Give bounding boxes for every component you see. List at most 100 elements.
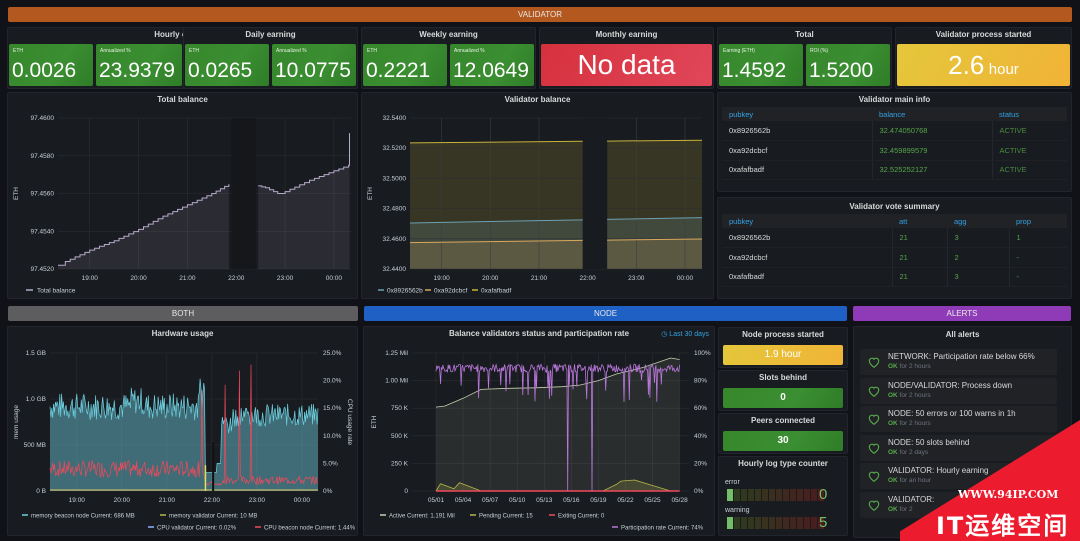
x-tick-label: 23:00 <box>628 275 645 282</box>
daily-earning-panel: Daily earning ETH 0.0265 Annualized % 10… <box>183 27 358 89</box>
y-tick-label: 32.5200 <box>383 145 407 152</box>
alert-since: for 2 hours <box>899 363 931 370</box>
x-tick-label: 22:00 <box>204 497 221 504</box>
alert-name: NODE: 50 slots behind <box>888 437 970 447</box>
gauge-cell <box>804 489 810 501</box>
legend-item: Active Current: 1.191 Mil <box>389 514 455 520</box>
gauge-cell <box>762 489 768 501</box>
x-tick-label: 21:00 <box>531 275 548 282</box>
panel-title: Slots behind <box>759 373 807 382</box>
row-banner-validator[interactable]: VALIDATOR <box>8 7 1072 22</box>
alert-name: NODE/VALIDATOR: Process down <box>888 380 1013 390</box>
alert-item[interactable]: VALIDATOR: OK for 2 <box>860 491 1057 518</box>
weekly-annualized-stat: Annualized % 12.0649 <box>450 44 534 86</box>
gauge-cell <box>797 517 803 529</box>
daily-annualized-stat: Annualized % 10.0775 <box>272 44 356 86</box>
stat-value: 10.0775 <box>275 59 351 82</box>
y-tick-label: 1.00 Mil <box>385 378 408 385</box>
participation-chart[interactable]: 0 0% 250 K 20% 500 K 40% 750 K 60% 1.00 Mil 80% 1.… <box>364 341 714 535</box>
gauge-cell <box>741 489 747 501</box>
table-row: 0x8926562b 32.474050768 ACTIVE <box>722 121 1067 141</box>
gauge-cell <box>790 517 796 529</box>
y-tick-label: 32.5400 <box>383 115 407 122</box>
hardware-usage-chart[interactable]: 0 B 500 MB 1.0 GB 1.5 GB 0% 5.0% 10.0% 15.0% 20.… <box>8 341 357 535</box>
stat-label: Annualized % <box>100 48 131 54</box>
alert-item[interactable]: NODE/VALIDATOR: Process down OK for 2 hou… <box>860 377 1057 404</box>
table-cell: 21 <box>891 267 947 287</box>
validator-balance-chart[interactable]: 32.4400 32.4600 32.4800 32.5000 32.5200 32.54… <box>362 107 713 297</box>
row-banner-alerts[interactable]: ALERTS <box>853 306 1071 321</box>
stat-value: 0.0026 <box>12 59 77 82</box>
heart-icon <box>868 357 880 368</box>
column-header-pubkey[interactable]: pubkey <box>722 214 892 228</box>
slots-behind-value: 0 <box>723 388 843 408</box>
y-tick-label: 97.4540 <box>31 228 55 235</box>
validator-started-stat: 2.6 hour <box>897 44 1070 86</box>
validator-vote-summary-panel: Validator vote summary pubkey att agg pr… <box>717 197 1072 299</box>
table-cell: 21 <box>891 247 947 268</box>
alert-item[interactable]: NETWORK: Participation rate below 66% OK … <box>860 349 1057 375</box>
table-cell: 0xafafbadf <box>722 160 872 180</box>
y-tick-label: 750 K <box>391 405 409 412</box>
table-cell: 0xafafbadf <box>722 267 892 287</box>
gauge-cell <box>755 517 761 529</box>
alert-state: OK for 2 <box>888 506 913 513</box>
stat-value: 0.2221 <box>366 59 431 82</box>
x-tick-label: 20:00 <box>130 275 147 282</box>
y-tick-label: 32.4400 <box>383 266 407 273</box>
legend-item-0xafafbadf: 0xafafbadf <box>481 288 512 295</box>
column-header-agg[interactable]: agg <box>947 214 1009 228</box>
validator-main-info-panel: Validator main info pubkey balance statu… <box>717 92 1072 192</box>
column-header-att[interactable]: att <box>892 214 947 228</box>
y-tick-label: 0 <box>404 488 408 495</box>
gauge-cell <box>776 517 782 529</box>
table-cell: 0x8926562b <box>722 228 892 248</box>
table-cell: 0x8926562b <box>722 121 872 141</box>
weekly-earning-panel: Weekly earning ETH 0.2221 Annualized % 1… <box>361 27 536 89</box>
alert-item[interactable]: NODE: 50 slots behind OK for 2 days <box>860 434 1057 461</box>
table-cell: 32.474050768 <box>871 121 992 141</box>
table-cell: 3 <box>946 228 1009 248</box>
stat-unit: hour <box>988 61 1019 78</box>
alert-item[interactable]: VALIDATOR: Hourly earning OK for an hour <box>860 463 1057 489</box>
column-header-prop[interactable]: prop <box>1009 214 1067 228</box>
x-tick-label: 05/10 <box>509 497 526 504</box>
log-warning-gauge <box>727 517 824 529</box>
alert-since: for an hour <box>899 477 931 484</box>
gauge-cell <box>783 517 789 529</box>
y2-tick-label: 10.0% <box>323 433 342 440</box>
y-tick-label: 97.4560 <box>31 191 55 198</box>
data-gap <box>212 443 215 491</box>
total-earning-stat: Earning (ETH) 1.4592 <box>719 44 803 86</box>
x-tick-label: 20:00 <box>482 275 499 282</box>
row-banner-node[interactable]: NODE <box>364 306 847 321</box>
alert-state: OK for an hour <box>888 477 931 484</box>
stat-value: No data <box>577 49 676 80</box>
total-balance-chart[interactable]: 97.4520 97.4540 97.4560 97.4580 97.4600 19:00… <box>8 107 357 297</box>
time-range-badge[interactable]: ◷ Last 30 days <box>661 330 709 338</box>
stat-label: ETH <box>189 48 199 54</box>
column-header-balance[interactable]: balance <box>872 107 992 121</box>
row-banner-both[interactable]: BOTH <box>8 306 358 321</box>
panel-title: Validator process started <box>935 30 1032 39</box>
alert-item[interactable]: NODE: 50 errors or 100 warns in 1h OK for… <box>860 406 1057 432</box>
table-row: 0xafafbadf 32.525252127 ACTIVE <box>722 160 1067 180</box>
log-error-label: error <box>725 479 740 486</box>
series-area-total-balance <box>258 133 350 269</box>
gauge-cell <box>741 517 747 529</box>
data-gap <box>231 118 256 269</box>
table-cell: 1 <box>1008 228 1067 248</box>
gauge-cell <box>748 489 754 501</box>
gauge-cell <box>811 517 817 529</box>
total-balance-panel: Total balance 97.4520 97.4540 97.4560 97.45… <box>7 92 358 299</box>
alert-state: OK for 2 hours <box>888 420 931 427</box>
column-header-status[interactable]: status <box>992 107 1067 121</box>
peers-connected-panel: Peers connected 30 <box>718 413 848 454</box>
y-tick-label: 32.4600 <box>383 236 407 243</box>
alert-name: VALIDATOR: Hourly earning <box>888 466 989 475</box>
column-header-pubkey[interactable]: pubkey <box>722 107 872 121</box>
panel-title: Weekly earning <box>419 30 478 39</box>
alert-name: VALIDATOR: <box>888 494 935 504</box>
gauge-cell <box>748 517 754 529</box>
legend-item: Exiting Current: 0 <box>558 514 605 520</box>
